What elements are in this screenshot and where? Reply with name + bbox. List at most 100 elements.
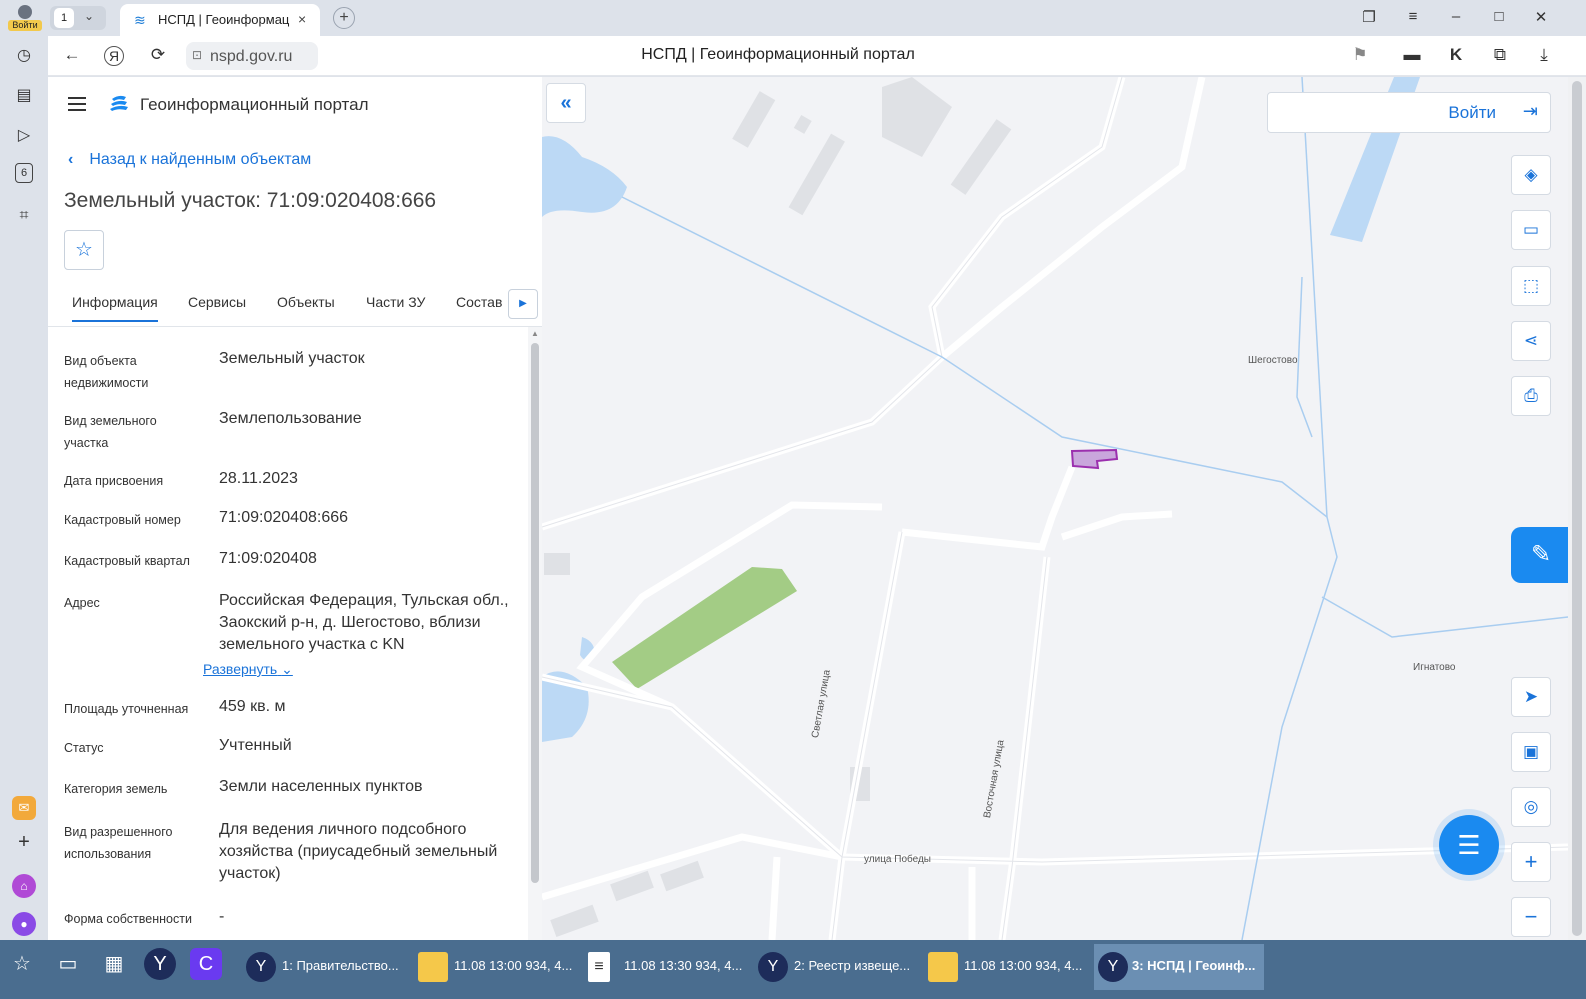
portal-logo-icon <box>110 95 128 111</box>
window-switcher-icon[interactable]: ▭ <box>52 948 84 980</box>
history-icon[interactable]: ◷ <box>12 44 36 68</box>
taskbar: ☆ ▭ ▦ Y C Y 1: Правительство... 11.08 13… <box>0 940 1586 999</box>
close-tab-icon[interactable]: × <box>298 11 306 27</box>
water-body <box>542 136 627 217</box>
taskbar-item[interactable]: 11.08 13:00 934, 4... <box>414 944 580 990</box>
download-icon[interactable]: ⤓ <box>1532 45 1556 65</box>
window-close-icon[interactable]: ✕ <box>1530 8 1552 26</box>
layers-button[interactable]: ◈ <box>1511 155 1551 195</box>
locate-button[interactable]: ◎ <box>1511 787 1551 827</box>
tab-objects[interactable]: Объекты <box>277 294 335 310</box>
new-tab-button[interactable]: + <box>333 7 355 29</box>
page-scrollbar[interactable] <box>1568 77 1586 940</box>
feedback-side-button[interactable]: ✎ <box>1511 527 1568 583</box>
expand-address-link[interactable]: Развернуть ⌄ <box>203 661 293 678</box>
tab-count-icon[interactable]: 6 <box>15 163 33 183</box>
browser-tab-active[interactable]: ≋ НСПД | Геоинформац × <box>120 4 320 36</box>
back-to-results-link[interactable]: ‹ Назад к найденным объектам <box>68 151 311 169</box>
zoom-in-button[interactable]: + <box>1511 842 1551 882</box>
yandex-browser-icon: Y <box>246 952 276 982</box>
home-icon[interactable]: ⌂ <box>12 874 36 898</box>
chevron-down-icon: ⌄ <box>84 9 95 23</box>
taskbar-item[interactable]: Y 2: Реестр извеще... <box>754 944 920 990</box>
double-chevron-left-icon: « <box>560 92 572 114</box>
video-icon[interactable]: ▷ <box>12 124 36 148</box>
account-button[interactable]: Войти <box>8 3 42 33</box>
alice-icon[interactable]: ● <box>12 912 36 936</box>
collections-icon[interactable]: ▤ <box>12 84 36 108</box>
tab-composition[interactable]: Состав <box>456 294 502 310</box>
folder-icon <box>928 952 958 982</box>
expand-label: Развернуть <box>203 661 278 677</box>
minimap-button[interactable]: ▣ <box>1511 732 1551 772</box>
favicon-icon: ≋ <box>134 12 146 28</box>
select-area-button[interactable]: ⬚ <box>1511 266 1551 306</box>
back-icon[interactable]: ← <box>60 45 84 65</box>
tab-parcel-parts[interactable]: Части ЗУ <box>366 294 425 310</box>
caret-right-icon: ▶ <box>519 298 527 309</box>
tabs-scroll-right-button[interactable]: ▶ <box>508 289 538 319</box>
url-field[interactable]: ⊡ nspd.gov.ru <box>186 42 318 70</box>
reload-icon[interactable]: ⟳ <box>146 45 170 65</box>
ruler-button[interactable]: ▭ <box>1511 210 1551 250</box>
navigate-button[interactable]: ➤ <box>1511 677 1551 717</box>
bookmarks-panel-icon[interactable]: ❐ <box>1358 8 1380 26</box>
favorite-button[interactable]: ☆ <box>64 230 104 270</box>
map-view[interactable]: « Войти ⇥ ◈ ▭ ⬚ ⋖ ⎙ ✎ ➤ ▣ ◎ + − ☰ Шегост… <box>542 77 1568 940</box>
tab-services[interactable]: Сервисы <box>188 294 246 310</box>
screenshot-icon[interactable]: ⌗ <box>12 204 36 228</box>
property-key: Кадастровый квартал <box>64 554 190 568</box>
property-key: Вид объекта недвижимости <box>64 354 149 390</box>
property-key: Кадастровый номер <box>64 513 181 527</box>
back-link-label: Назад к найденным объектам <box>89 151 312 168</box>
url-text: nspd.gov.ru <box>210 48 293 65</box>
yandex-icon[interactable]: Я <box>104 46 124 66</box>
maximize-icon[interactable]: □ <box>1488 8 1510 25</box>
taskbar-item-active[interactable]: Y 3: НСПД | Геоинф... <box>1094 944 1264 990</box>
tab-count-switcher[interactable]: 1 ⌄ <box>50 6 106 30</box>
property-value: 71:09:020408 <box>219 550 317 567</box>
property-value: 459 кв. м <box>219 698 286 715</box>
login-button[interactable]: Войти ⇥ <box>1267 92 1551 133</box>
menu-icon[interactable]: ≡ <box>1402 8 1424 25</box>
taskbar-item[interactable]: Y 1: Правительство... <box>242 944 408 990</box>
taskbar-item[interactable]: ≡ 11.08 13:30 934, 4... <box>584 944 750 990</box>
map-label-village: Шегостово <box>1248 355 1298 366</box>
property-value: Землепользование <box>219 410 362 427</box>
mail-icon[interactable]: ✉ <box>12 796 36 820</box>
start-star-icon[interactable]: ☆ <box>6 948 38 980</box>
property-value: Для ведения личного подсобного хозяйства… <box>219 821 498 882</box>
scroll-up-icon[interactable]: ▲ <box>531 329 539 338</box>
app-c-icon[interactable]: C <box>190 948 222 980</box>
chat-button[interactable]: ☰ <box>1439 815 1499 875</box>
collapse-panel-button[interactable]: « <box>546 83 586 123</box>
folder-icon <box>418 952 448 982</box>
bookmark-icon[interactable]: ⚑ <box>1348 45 1372 65</box>
share-button[interactable]: ⋖ <box>1511 321 1551 361</box>
property-value: Российская Федерация, Тульская обл., Зао… <box>219 592 509 653</box>
extension-puzzle-icon[interactable]: ⧉ <box>1488 45 1512 65</box>
kaspersky-icon[interactable]: K <box>1444 45 1468 65</box>
tab-information[interactable]: Информация <box>72 294 158 322</box>
extension-icon[interactable]: ▬ <box>1400 45 1424 65</box>
navigate-icon: ➤ <box>1523 687 1539 706</box>
property-key: Статус <box>64 741 104 755</box>
chat-icon: ☰ <box>1457 830 1481 860</box>
panel-scrollbar[interactable]: ▲ <box>528 327 542 940</box>
yandex-browser-icon[interactable]: Y <box>144 948 176 980</box>
scrollbar-thumb[interactable] <box>1572 81 1582 936</box>
hamburger-menu-icon[interactable] <box>68 97 86 115</box>
map-canvas[interactable] <box>542 77 1568 940</box>
property-value: 28.11.2023 <box>219 470 298 487</box>
taskbar-item-label: 11.08 13:00 934, 4... <box>454 958 573 973</box>
locate-icon: ◎ <box>1523 797 1539 816</box>
select-area-icon: ⬚ <box>1522 276 1540 295</box>
file-manager-icon[interactable]: ▦ <box>98 948 130 980</box>
taskbar-item[interactable]: 11.08 13:00 934, 4... <box>924 944 1090 990</box>
add-icon[interactable]: + <box>12 830 36 854</box>
print-button[interactable]: ⎙ <box>1511 376 1551 416</box>
map-label-village: Игнатово <box>1413 662 1456 673</box>
minimize-icon[interactable]: – <box>1445 8 1467 25</box>
zoom-out-button[interactable]: − <box>1511 897 1551 937</box>
scrollbar-thumb[interactable] <box>531 343 539 883</box>
